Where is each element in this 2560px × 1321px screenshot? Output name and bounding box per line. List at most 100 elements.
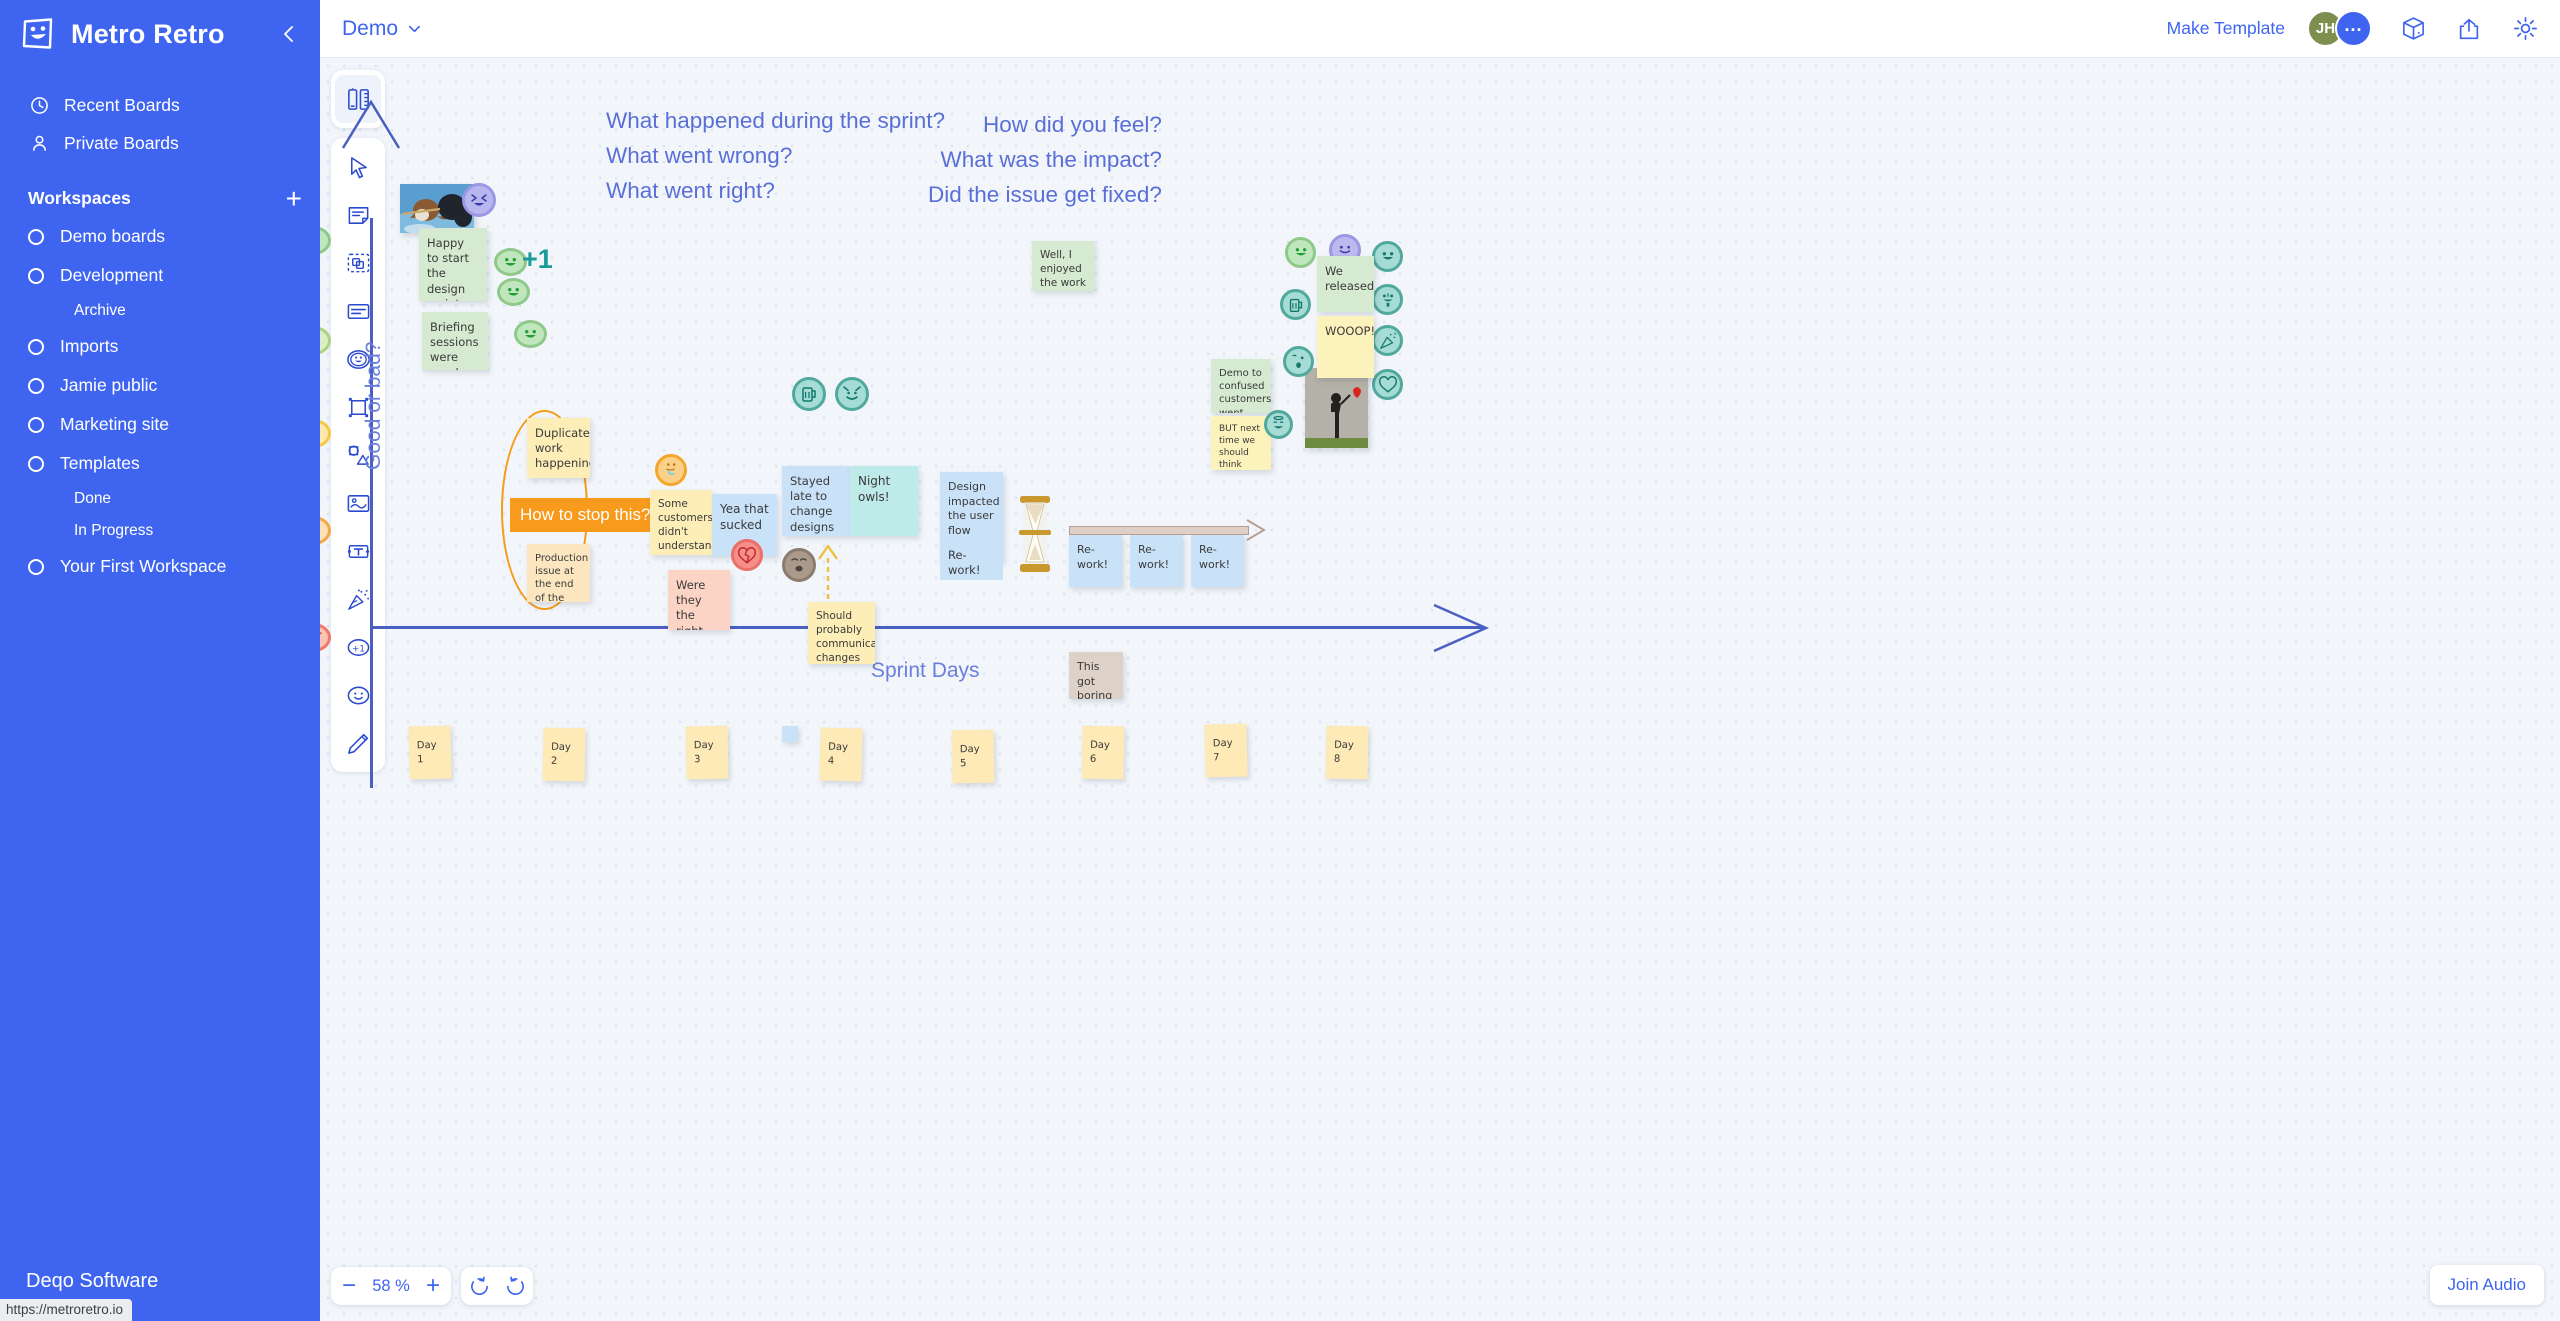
sticky-note-icon[interactable]	[335, 191, 381, 239]
reaction-devil[interactable]	[835, 377, 869, 411]
note-day-5[interactable]: Day 5	[951, 729, 995, 784]
pencil-icon[interactable]	[335, 719, 381, 767]
note-demo-confused[interactable]: Demo to confused customers went well	[1211, 359, 1271, 413]
box-icon[interactable]	[2398, 14, 2428, 44]
prompt-left: What happened during the sprint? What we…	[606, 108, 945, 203]
note-some-customers[interactable]: Some customers didn't understand	[650, 490, 712, 555]
zoom-in-button[interactable]: +	[415, 1267, 451, 1305]
note-stayed-late[interactable]: Stayed late to change designs	[782, 466, 850, 536]
undo-icon[interactable]	[461, 1267, 497, 1305]
progress-bar-shape[interactable]	[1069, 526, 1249, 535]
note-night-owls[interactable]: Night owls!	[850, 466, 918, 536]
note-but-next-time[interactable]: BUT next time we should think about maki…	[1211, 416, 1271, 470]
note-enjoyed[interactable]: Well, I enjoyed the work	[1032, 241, 1094, 291]
avatar-overflow[interactable]: ...	[2335, 10, 2372, 47]
text-icon[interactable]	[335, 527, 381, 575]
sidebar-subitem-in-progress[interactable]: In Progress	[0, 515, 320, 547]
sidebar-item-demo-boards[interactable]: Demo boards	[0, 217, 320, 256]
zoom-out-button[interactable]: −	[331, 1267, 367, 1305]
note-rework-2[interactable]: Re-work!	[1130, 535, 1183, 587]
note-right-persona[interactable]: Were they the right persona?	[668, 570, 730, 630]
note-day-6[interactable]: Day 6	[1081, 725, 1125, 780]
reaction-confetti[interactable]	[1372, 325, 1403, 356]
share-icon[interactable]	[2454, 14, 2484, 44]
y-axis-line	[370, 218, 373, 788]
image-hourglass[interactable]	[1017, 494, 1053, 574]
redo-icon[interactable]	[497, 1267, 533, 1305]
chevron-left-icon[interactable]	[276, 21, 302, 47]
plus-one-vote-icon[interactable]: +1	[335, 623, 381, 671]
sidebar-item-templates[interactable]: Templates	[0, 444, 320, 483]
reaction-angel[interactable]	[1264, 410, 1293, 439]
reaction-happy[interactable]	[514, 320, 547, 348]
mood-icon-neutral[interactable]	[320, 419, 331, 448]
image-balloon-girl[interactable]	[1305, 368, 1368, 448]
mood-icon-smile[interactable]	[320, 326, 331, 355]
note-duplicate[interactable]: Duplicate work happening	[527, 418, 590, 478]
workspaces-heading-row: Workspaces +	[0, 178, 320, 217]
note-boring[interactable]: This got boring	[1069, 652, 1123, 699]
mood-icon-happy[interactable]	[320, 226, 331, 255]
sidebar-item-recent-boards[interactable]: Recent Boards	[0, 86, 320, 124]
mood-icon-sad[interactable]	[320, 516, 331, 545]
note-day-2[interactable]: Day 2	[542, 727, 586, 782]
card-icon[interactable]	[335, 287, 381, 335]
note-briefing[interactable]: Briefing sessions were good	[422, 312, 488, 370]
note-rework-0[interactable]: Re-work!	[940, 540, 1003, 580]
confetti-icon[interactable]	[335, 575, 381, 623]
note-released[interactable]: We released!	[1317, 256, 1374, 312]
note-rework-1[interactable]: Re-work!	[1069, 535, 1122, 587]
note-day-1[interactable]: Day 1	[408, 725, 452, 780]
reaction-heart[interactable]	[1372, 369, 1403, 400]
reaction-icon[interactable]	[335, 671, 381, 719]
sidebar-footer-org[interactable]: Deqo Software	[0, 1270, 320, 1293]
sidebar-item-jamie-public[interactable]: Jamie public	[0, 366, 320, 405]
reaction-surprised[interactable]	[1283, 346, 1314, 377]
y-axis-label: Good or bad?	[362, 341, 385, 470]
reaction-beer[interactable]	[1280, 289, 1311, 320]
join-audio-button[interactable]: Join Audio	[2429, 1265, 2544, 1305]
reaction-thinking[interactable]	[655, 454, 687, 486]
board-name-menu[interactable]: Demo	[342, 17, 422, 41]
zoom-level-value[interactable]: 58 %	[367, 1277, 415, 1296]
reaction-broken-heart[interactable]	[731, 539, 763, 571]
reaction-laughing[interactable]	[462, 183, 496, 217]
image-icon[interactable]	[335, 479, 381, 527]
sidebar-subitem-archive[interactable]: Archive	[0, 295, 320, 327]
sidebar-item-private-boards[interactable]: Private Boards	[0, 124, 320, 162]
sidebar-item-imports[interactable]: Imports	[0, 327, 320, 366]
note-rework-3[interactable]: Re-work!	[1191, 535, 1244, 587]
sidebar-item-marketing-site[interactable]: Marketing site	[0, 405, 320, 444]
sidebar-item-your-first-workspace[interactable]: Your First Workspace	[0, 547, 320, 586]
note-day-8[interactable]: Day 8	[1325, 725, 1369, 780]
make-template-button[interactable]: Make Template	[2167, 18, 2285, 39]
note-day-3[interactable]: Day 3	[685, 725, 729, 780]
plus-icon[interactable]: +	[286, 184, 302, 212]
note-wooop[interactable]: WOOOP!!!	[1317, 316, 1374, 378]
note-day-4[interactable]: Day 4	[819, 727, 863, 782]
select-shapes-icon[interactable]	[335, 239, 381, 287]
sidebar-subitem-done[interactable]: Done	[0, 483, 320, 515]
sidebar-item-development[interactable]: Development	[0, 256, 320, 295]
workspace-ring-icon	[28, 228, 44, 245]
reaction-happy[interactable]	[497, 278, 530, 306]
history-controls	[461, 1267, 533, 1305]
reaction-tongue[interactable]	[1372, 284, 1403, 315]
x-axis-label: Sprint Days	[871, 659, 980, 682]
note-day-7[interactable]: Day 7	[1204, 723, 1248, 778]
clock-icon	[28, 94, 50, 116]
note-production[interactable]: Production issue at the end of the day	[527, 544, 590, 602]
x-axis-arrowhead	[1433, 603, 1490, 653]
note-happy-start[interactable]: Happy to start the design sprint	[419, 228, 487, 301]
reaction-happy-teal[interactable]	[1372, 241, 1403, 272]
note-communicate[interactable]: Should probably communicate changes bett…	[808, 602, 875, 664]
workspace-ring-icon	[28, 416, 44, 433]
board-canvas[interactable]: +1 What happened during the sprint? What…	[320, 58, 2560, 1321]
group-label[interactable]: How to stop this?	[510, 498, 661, 532]
reaction-beer[interactable]	[792, 377, 826, 411]
reaction-weary[interactable]	[782, 548, 816, 582]
workspace-ring-icon	[28, 558, 44, 575]
gear-icon[interactable]	[2510, 14, 2540, 44]
mood-icon-angry[interactable]	[320, 623, 331, 652]
reaction-happy[interactable]	[1285, 237, 1316, 268]
